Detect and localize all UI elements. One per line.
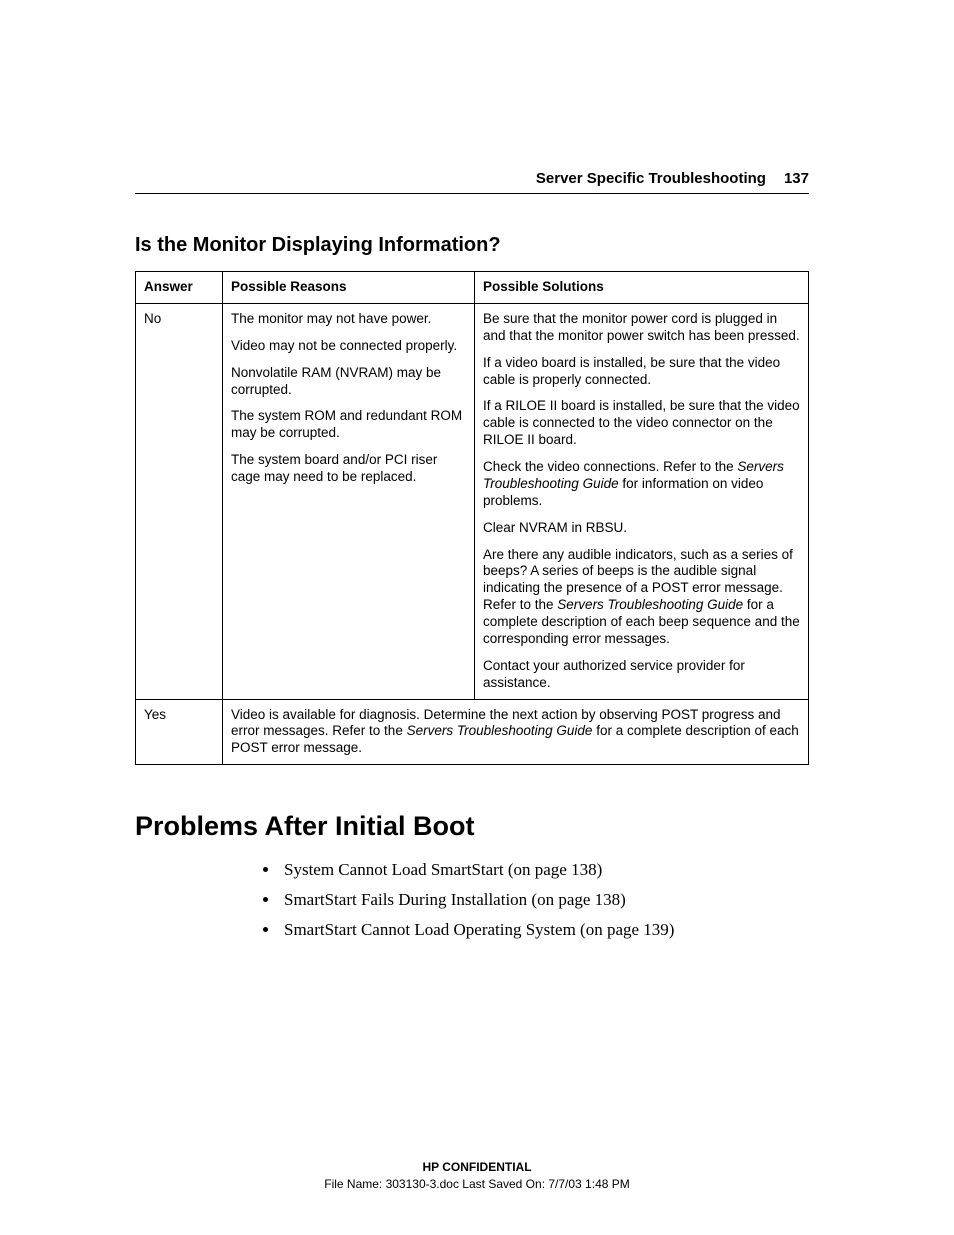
solution-text: If a video board is installed, be sure t… xyxy=(483,355,800,389)
list-item: System Cannot Load SmartStart (on page 1… xyxy=(280,860,809,880)
solution-text: If a RILOE II board is installed, be sur… xyxy=(483,398,800,449)
reason-text: The system board and/or PCI riser cage m… xyxy=(231,452,466,486)
th-solutions: Possible Solutions xyxy=(475,272,809,304)
page-number: 137 xyxy=(784,170,809,187)
page-footer: HP CONFIDENTIAL File Name: 303130-3.doc … xyxy=(0,1159,954,1193)
section-title-problems-after-boot: Problems After Initial Boot xyxy=(135,811,809,842)
cell-yes-merged: Video is available for diagnosis. Determ… xyxy=(223,699,809,765)
section-title-monitor: Is the Monitor Displaying Information? xyxy=(135,234,809,257)
cell-answer-no: No xyxy=(136,303,223,699)
solution-text: Clear NVRAM in RBSU. xyxy=(483,520,800,537)
running-header: Server Specific Troubleshooting 137 xyxy=(135,170,809,194)
reason-text: Video may not be connected properly. xyxy=(231,338,466,355)
list-item: SmartStart Cannot Load Operating System … xyxy=(280,920,809,940)
list-item: SmartStart Fails During Installation (on… xyxy=(280,890,809,910)
troubleshoot-table: Answer Possible Reasons Possible Solutio… xyxy=(135,271,809,765)
reason-text: The system ROM and redundant ROM may be … xyxy=(231,408,466,442)
footer-confidential: HP CONFIDENTIAL xyxy=(0,1159,954,1176)
problems-list: System Cannot Load SmartStart (on page 1… xyxy=(280,860,809,940)
header-section: Server Specific Troubleshooting xyxy=(536,170,766,187)
solution-text: Be sure that the monitor power cord is p… xyxy=(483,311,800,345)
cell-solutions-no: Be sure that the monitor power cord is p… xyxy=(475,303,809,699)
footer-fileinfo: File Name: 303130-3.doc Last Saved On: 7… xyxy=(0,1176,954,1193)
reason-text: Nonvolatile RAM (NVRAM) may be corrupted… xyxy=(231,365,466,399)
cell-answer-yes: Yes xyxy=(136,699,223,765)
reason-text: The monitor may not have power. xyxy=(231,311,466,328)
th-reasons: Possible Reasons xyxy=(223,272,475,304)
solution-text: Contact your authorized service provider… xyxy=(483,658,800,692)
solution-text: Are there any audible indicators, such a… xyxy=(483,547,800,648)
table-row: No The monitor may not have power. Video… xyxy=(136,303,809,699)
cell-reasons-no: The monitor may not have power. Video ma… xyxy=(223,303,475,699)
table-row: Yes Video is available for diagnosis. De… xyxy=(136,699,809,765)
solution-text: Check the video connections. Refer to th… xyxy=(483,459,800,510)
th-answer: Answer xyxy=(136,272,223,304)
